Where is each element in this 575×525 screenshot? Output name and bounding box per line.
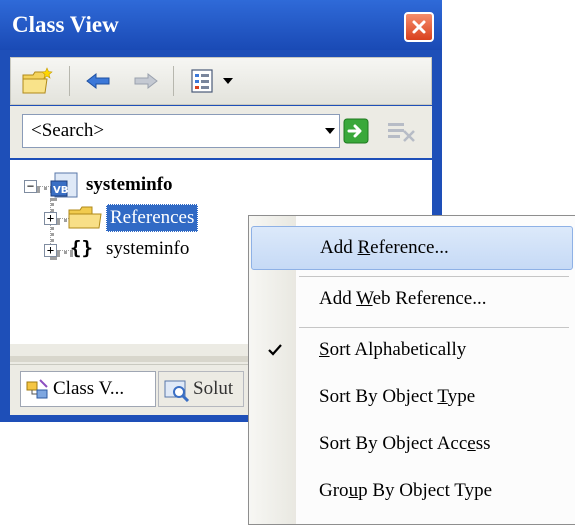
menu-item-label: Sort By Object Access	[319, 433, 491, 454]
menu-item-label: Group By Object Type	[319, 480, 492, 501]
new-folder-button[interactable]	[19, 64, 55, 98]
tree-node-label: systeminfo	[86, 174, 173, 195]
tab-label: Solut	[193, 378, 234, 399]
menu-item-label: Add Reference...	[320, 237, 449, 258]
vb-project-icon: VB	[50, 172, 78, 198]
forward-button[interactable]	[131, 64, 161, 98]
settings-dropdown-button[interactable]	[219, 64, 237, 98]
search-input[interactable]: <Search>	[31, 120, 104, 142]
namespace-braces-icon: {}	[70, 237, 93, 259]
clear-search-icon	[388, 123, 415, 142]
svg-text:VB: VB	[53, 185, 68, 196]
menu-separator	[299, 276, 569, 277]
toolbar	[10, 57, 432, 105]
tab-class-view[interactable]: Class V...	[20, 371, 156, 407]
dropdown-arrow-icon	[223, 78, 233, 84]
menu-item-label: Sort Alphabetically	[319, 339, 467, 360]
window-title: Class View	[12, 12, 119, 37]
tab-label: Class V...	[53, 378, 125, 399]
toolbar-separator	[173, 66, 174, 96]
chevron-down-icon	[325, 128, 335, 134]
solution-explorer-icon	[164, 380, 190, 402]
back-arrow-icon	[86, 72, 110, 90]
menu-item-sort-alphabetically[interactable]: Sort Alphabetically	[251, 329, 573, 373]
checkmark-icon	[268, 344, 282, 356]
class-view-icon	[26, 379, 48, 399]
menu-item-label: Sort By Object Type	[319, 386, 476, 407]
tree-node-label: References	[106, 204, 199, 232]
menu-item-add-reference[interactable]: Add Reference...	[251, 226, 573, 270]
back-button[interactable]	[83, 64, 113, 98]
check-indicator	[259, 334, 291, 366]
clear-search-button[interactable]	[384, 117, 418, 145]
tab-solution-explorer[interactable]: Solut	[158, 371, 244, 407]
settings-menu-icon	[191, 69, 213, 93]
forward-arrow-icon	[134, 72, 158, 90]
search-dropdown-button[interactable]	[321, 119, 339, 143]
tree-node-namespace[interactable]: + {} systeminfo	[44, 236, 264, 264]
new-folder-icon	[22, 67, 53, 94]
expand-toggle[interactable]: +	[44, 244, 57, 257]
menu-item-group-by-object-type[interactable]: Group By Object Type	[251, 470, 573, 514]
collapse-toggle[interactable]: −	[24, 180, 37, 193]
toolbar-separator	[69, 66, 70, 96]
tree-node-label: systeminfo	[106, 238, 190, 259]
menu-separator	[299, 327, 569, 328]
close-icon	[412, 20, 426, 34]
go-arrow-icon	[343, 118, 369, 144]
close-button[interactable]	[404, 12, 434, 42]
menu-item-sort-by-object-type[interactable]: Sort By Object Type	[251, 376, 573, 420]
folder-icon	[68, 206, 102, 229]
expand-toggle[interactable]: +	[44, 212, 57, 225]
menu-item-add-web-reference[interactable]: Add Web Reference...	[251, 278, 573, 322]
search-row: <Search>	[10, 106, 432, 158]
menu-item-sort-by-object-access[interactable]: Sort By Object Access	[251, 423, 573, 467]
menu-item-label: Add Web Reference...	[319, 288, 487, 309]
search-combobox[interactable]: <Search>	[22, 114, 340, 148]
title-bar[interactable]: Class View	[0, 0, 442, 50]
tree-node-references[interactable]: + References	[44, 204, 264, 232]
settings-button[interactable]	[187, 64, 217, 98]
context-menu: Add Reference... Add Web Reference... So…	[248, 215, 575, 525]
search-go-button[interactable]	[342, 117, 370, 145]
tree-node-root[interactable]: − VB systeminfo	[24, 172, 284, 200]
